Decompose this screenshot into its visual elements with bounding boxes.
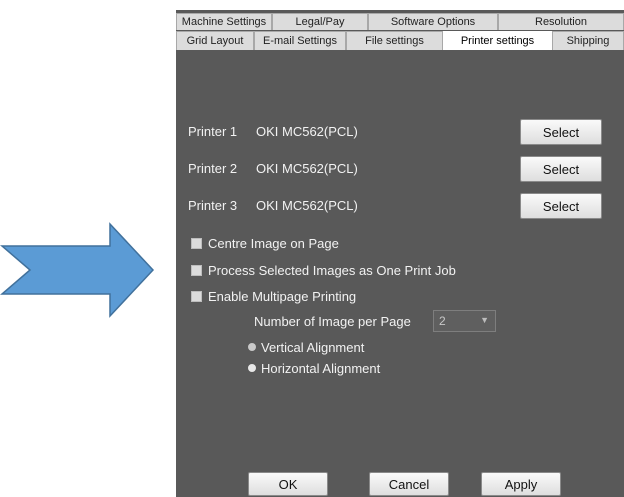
multipage-option[interactable]: Enable Multipage Printing bbox=[191, 288, 356, 304]
one-print-job-label: Process Selected Images as One Print Job bbox=[208, 262, 456, 278]
apply-button[interactable]: Apply bbox=[481, 472, 561, 496]
vertical-alignment-option[interactable]: Vertical Alignment bbox=[248, 339, 364, 355]
printer-row-1: Printer 1 OKI MC562(PCL) Select bbox=[188, 119, 608, 145]
select-printer-3-button[interactable]: Select bbox=[520, 193, 602, 219]
images-per-page-select[interactable]: 2 ▼ bbox=[433, 310, 496, 332]
tab-grid-layout[interactable]: Grid Layout bbox=[176, 31, 254, 50]
vertical-alignment-radio[interactable] bbox=[248, 343, 256, 351]
ok-button[interactable]: OK bbox=[248, 472, 328, 496]
images-per-page-value: 2 bbox=[439, 314, 446, 328]
tab-legal-pay[interactable]: Legal/Pay bbox=[272, 13, 368, 30]
horizontal-alignment-radio[interactable] bbox=[248, 364, 256, 372]
cancel-button[interactable]: Cancel bbox=[369, 472, 449, 496]
chevron-down-icon: ▼ bbox=[480, 315, 489, 325]
printer-row-2: Printer 2 OKI MC562(PCL) Select bbox=[188, 156, 608, 182]
centre-image-option[interactable]: Centre Image on Page bbox=[191, 235, 339, 251]
tab-machine-settings[interactable]: Machine Settings bbox=[176, 13, 272, 30]
select-printer-1-button[interactable]: Select bbox=[520, 119, 602, 145]
tab-file-settings[interactable]: File settings bbox=[346, 31, 443, 50]
screenshot-stage: Machine Settings Legal/Pay Software Opti… bbox=[0, 0, 624, 497]
right-arrow-icon bbox=[0, 222, 155, 318]
tab-row-top: Machine Settings Legal/Pay Software Opti… bbox=[176, 13, 624, 30]
images-per-page-label: Number of Image per Page bbox=[254, 314, 411, 329]
printer-name: OKI MC562(PCL) bbox=[256, 198, 358, 213]
multipage-checkbox[interactable] bbox=[191, 290, 202, 302]
centre-image-checkbox[interactable] bbox=[191, 237, 202, 249]
tab-row-bottom: Grid Layout E-mail Settings File setting… bbox=[176, 31, 624, 50]
one-print-job-option[interactable]: Process Selected Images as One Print Job bbox=[191, 262, 456, 278]
tab-shipping[interactable]: Shipping bbox=[552, 31, 624, 50]
tab-printer-settings[interactable]: Printer settings bbox=[443, 31, 552, 50]
tab-email-settings[interactable]: E-mail Settings bbox=[254, 31, 346, 50]
printer-name: OKI MC562(PCL) bbox=[256, 161, 358, 176]
centre-image-label: Centre Image on Page bbox=[208, 235, 339, 251]
multipage-label: Enable Multipage Printing bbox=[208, 288, 357, 304]
select-printer-2-button[interactable]: Select bbox=[520, 156, 602, 182]
one-print-job-checkbox[interactable] bbox=[191, 264, 202, 276]
printer-row-3: Printer 3 OKI MC562(PCL) Select bbox=[188, 193, 608, 219]
tab-software-options[interactable]: Software Options bbox=[368, 13, 498, 30]
printer-label: Printer 1 bbox=[188, 124, 238, 139]
printer-label: Printer 2 bbox=[188, 161, 238, 176]
horizontal-alignment-option[interactable]: Horizontal Alignment bbox=[248, 360, 380, 376]
horizontal-alignment-label: Horizontal Alignment bbox=[261, 360, 381, 376]
vertical-alignment-label: Vertical Alignment bbox=[261, 339, 365, 355]
printer-name: OKI MC562(PCL) bbox=[256, 124, 358, 139]
printer-label: Printer 3 bbox=[188, 198, 238, 213]
tab-resolution[interactable]: Resolution bbox=[498, 13, 624, 30]
printer-settings-dialog: Machine Settings Legal/Pay Software Opti… bbox=[176, 10, 624, 497]
